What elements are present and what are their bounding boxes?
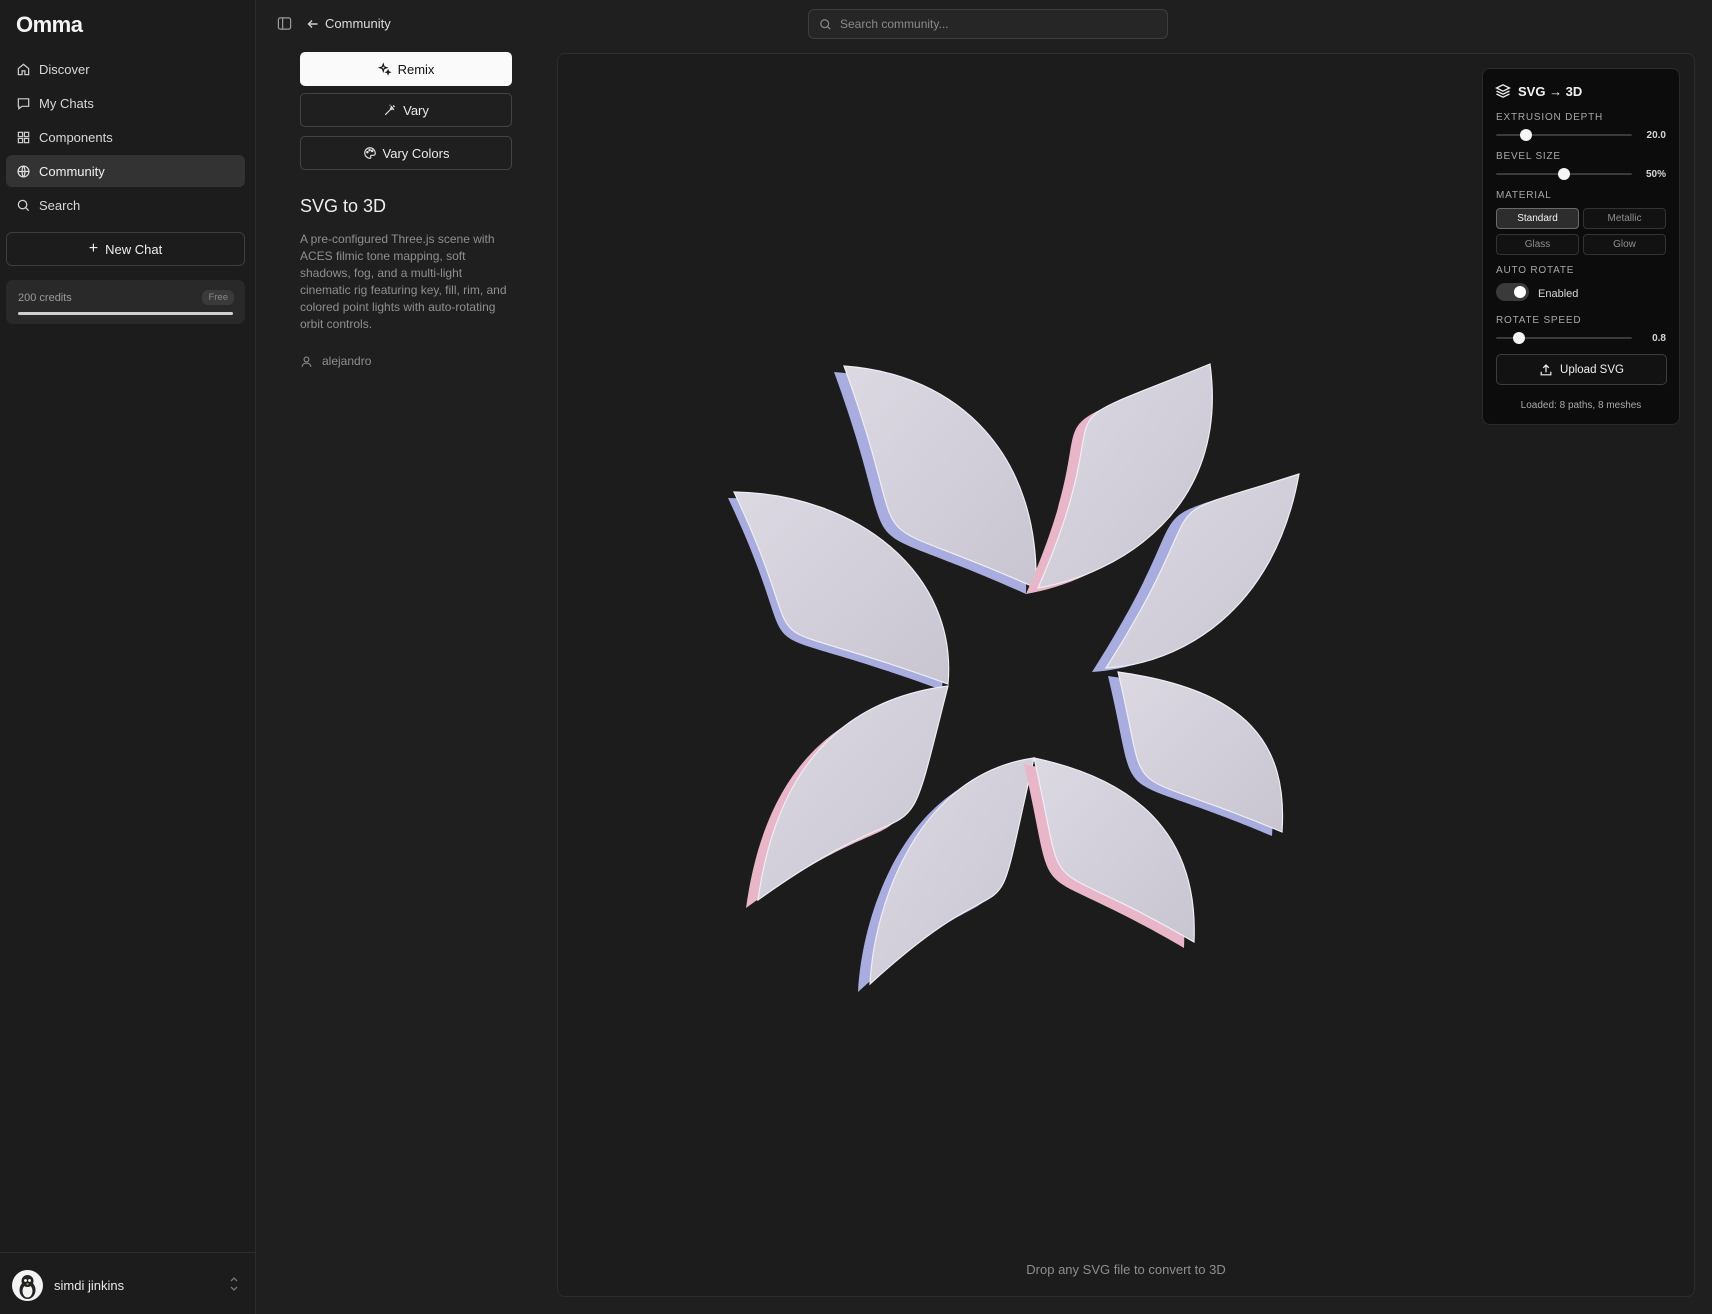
drop-hint: Drop any SVG file to convert to 3D <box>1026 1262 1226 1277</box>
svg-to-3d-panel: SVG → 3D EXTRUSION DEPTH 20.0 BEVEL SIZE… <box>1482 68 1680 425</box>
user-menu[interactable]: simdi jinkins <box>0 1252 256 1314</box>
grid-icon <box>17 131 30 143</box>
vary-colors-label: Vary Colors <box>382 145 450 161</box>
back-link[interactable]: Community <box>307 16 391 31</box>
upload-icon <box>1540 363 1552 375</box>
chat-icon <box>17 97 30 110</box>
loaded-status: Loaded: 8 paths, 8 meshes <box>1520 400 1642 411</box>
sidebar-item-label: Search <box>39 197 81 213</box>
back-link-label: Community <box>325 16 391 31</box>
sidebar: Omma Discover My Chats Components Commun… <box>0 0 256 1314</box>
search-icon <box>17 199 30 211</box>
bevel-size-label: BEVEL SIZE <box>1496 151 1561 162</box>
sidebar-item-discover[interactable]: Discover <box>6 53 245 85</box>
extrusion-depth-label: EXTRUSION DEPTH <box>1496 112 1604 123</box>
material-metallic-button[interactable]: Metallic <box>1583 208 1666 229</box>
new-chat-button[interactable]: + New Chat <box>6 232 245 266</box>
user-name: simdi jinkins <box>54 1278 125 1293</box>
new-chat-label: New Chat <box>105 241 163 257</box>
credits-progress-bar <box>18 312 233 315</box>
avatar <box>12 1270 43 1301</box>
auto-rotate-label: AUTO ROTATE <box>1496 265 1575 276</box>
vary-colors-button[interactable]: Vary Colors <box>300 136 512 170</box>
sidebar-item-search[interactable]: Search <box>6 189 245 221</box>
search-input[interactable] <box>840 17 1140 31</box>
credits-text: 200 credits <box>18 292 72 304</box>
bevel-size-slider[interactable] <box>1496 167 1632 181</box>
slider-thumb[interactable] <box>1513 332 1526 344</box>
sidebar-item-label: Components <box>39 129 113 145</box>
palette-icon <box>363 147 376 159</box>
project-description: A pre-configured Three.js scene with ACE… <box>300 232 507 331</box>
sidebar-nav: Discover My Chats Components Community S… <box>6 53 245 223</box>
plus-icon: + <box>88 240 99 257</box>
extrusion-depth-value: 20.0 <box>1646 130 1666 141</box>
vary-label: Vary <box>403 102 429 118</box>
material-glow-button[interactable]: Glow <box>1583 234 1666 255</box>
material-glass-button[interactable]: Glass <box>1496 234 1579 255</box>
slider-thumb[interactable] <box>1519 129 1532 141</box>
rotate-speed-slider[interactable] <box>1496 331 1632 345</box>
sidebar-item-label: Discover <box>39 61 90 77</box>
home-icon <box>17 63 30 75</box>
upload-svg-button[interactable]: Upload SVG <box>1496 354 1667 385</box>
arrow-left-icon <box>307 19 318 28</box>
credits-progress-fill <box>18 312 233 315</box>
sidebar-item-community[interactable]: Community <box>6 155 245 187</box>
search-icon <box>820 18 831 30</box>
layers-icon <box>1495 84 1511 98</box>
auto-rotate-toggle[interactable] <box>1496 283 1529 301</box>
sidebar-toggle-icon[interactable] <box>277 16 292 31</box>
app-logo[interactable]: Omma <box>16 12 83 38</box>
sidebar-item-my-chats[interactable]: My Chats <box>6 87 245 119</box>
globe-icon <box>17 164 30 178</box>
rotate-speed-value: 0.8 <box>1652 333 1666 344</box>
panel-title: SVG → 3D <box>1495 83 1582 99</box>
material-label: MATERIAL <box>1496 190 1552 201</box>
extrusion-depth-slider[interactable] <box>1496 128 1632 142</box>
sidebar-item-label: My Chats <box>39 95 94 111</box>
user-icon <box>301 356 312 367</box>
chevron-up-down-icon <box>230 1277 238 1291</box>
sparkles-icon <box>377 62 392 76</box>
remix-label: Remix <box>397 61 435 77</box>
vary-button[interactable]: Vary <box>300 93 512 127</box>
credits-card: 200 credits Free <box>6 280 245 324</box>
sidebar-item-components[interactable]: Components <box>6 121 245 153</box>
author[interactable]: alejandro <box>300 354 371 368</box>
plan-badge: Free <box>202 290 234 305</box>
remix-button[interactable]: Remix <box>300 52 512 86</box>
community-search[interactable] <box>808 9 1168 39</box>
sidebar-item-label: Community <box>39 163 105 179</box>
material-standard-button[interactable]: Standard <box>1496 208 1579 229</box>
slider-thumb[interactable] <box>1558 168 1570 180</box>
project-title: SVG to 3D <box>300 196 387 216</box>
rotate-speed-label: ROTATE SPEED <box>1496 315 1582 326</box>
author-name: alejandro <box>322 354 372 368</box>
auto-rotate-state: Enabled <box>1538 288 1579 300</box>
magic-wand-icon <box>384 104 395 116</box>
bevel-size-value: 50% <box>1645 169 1666 180</box>
